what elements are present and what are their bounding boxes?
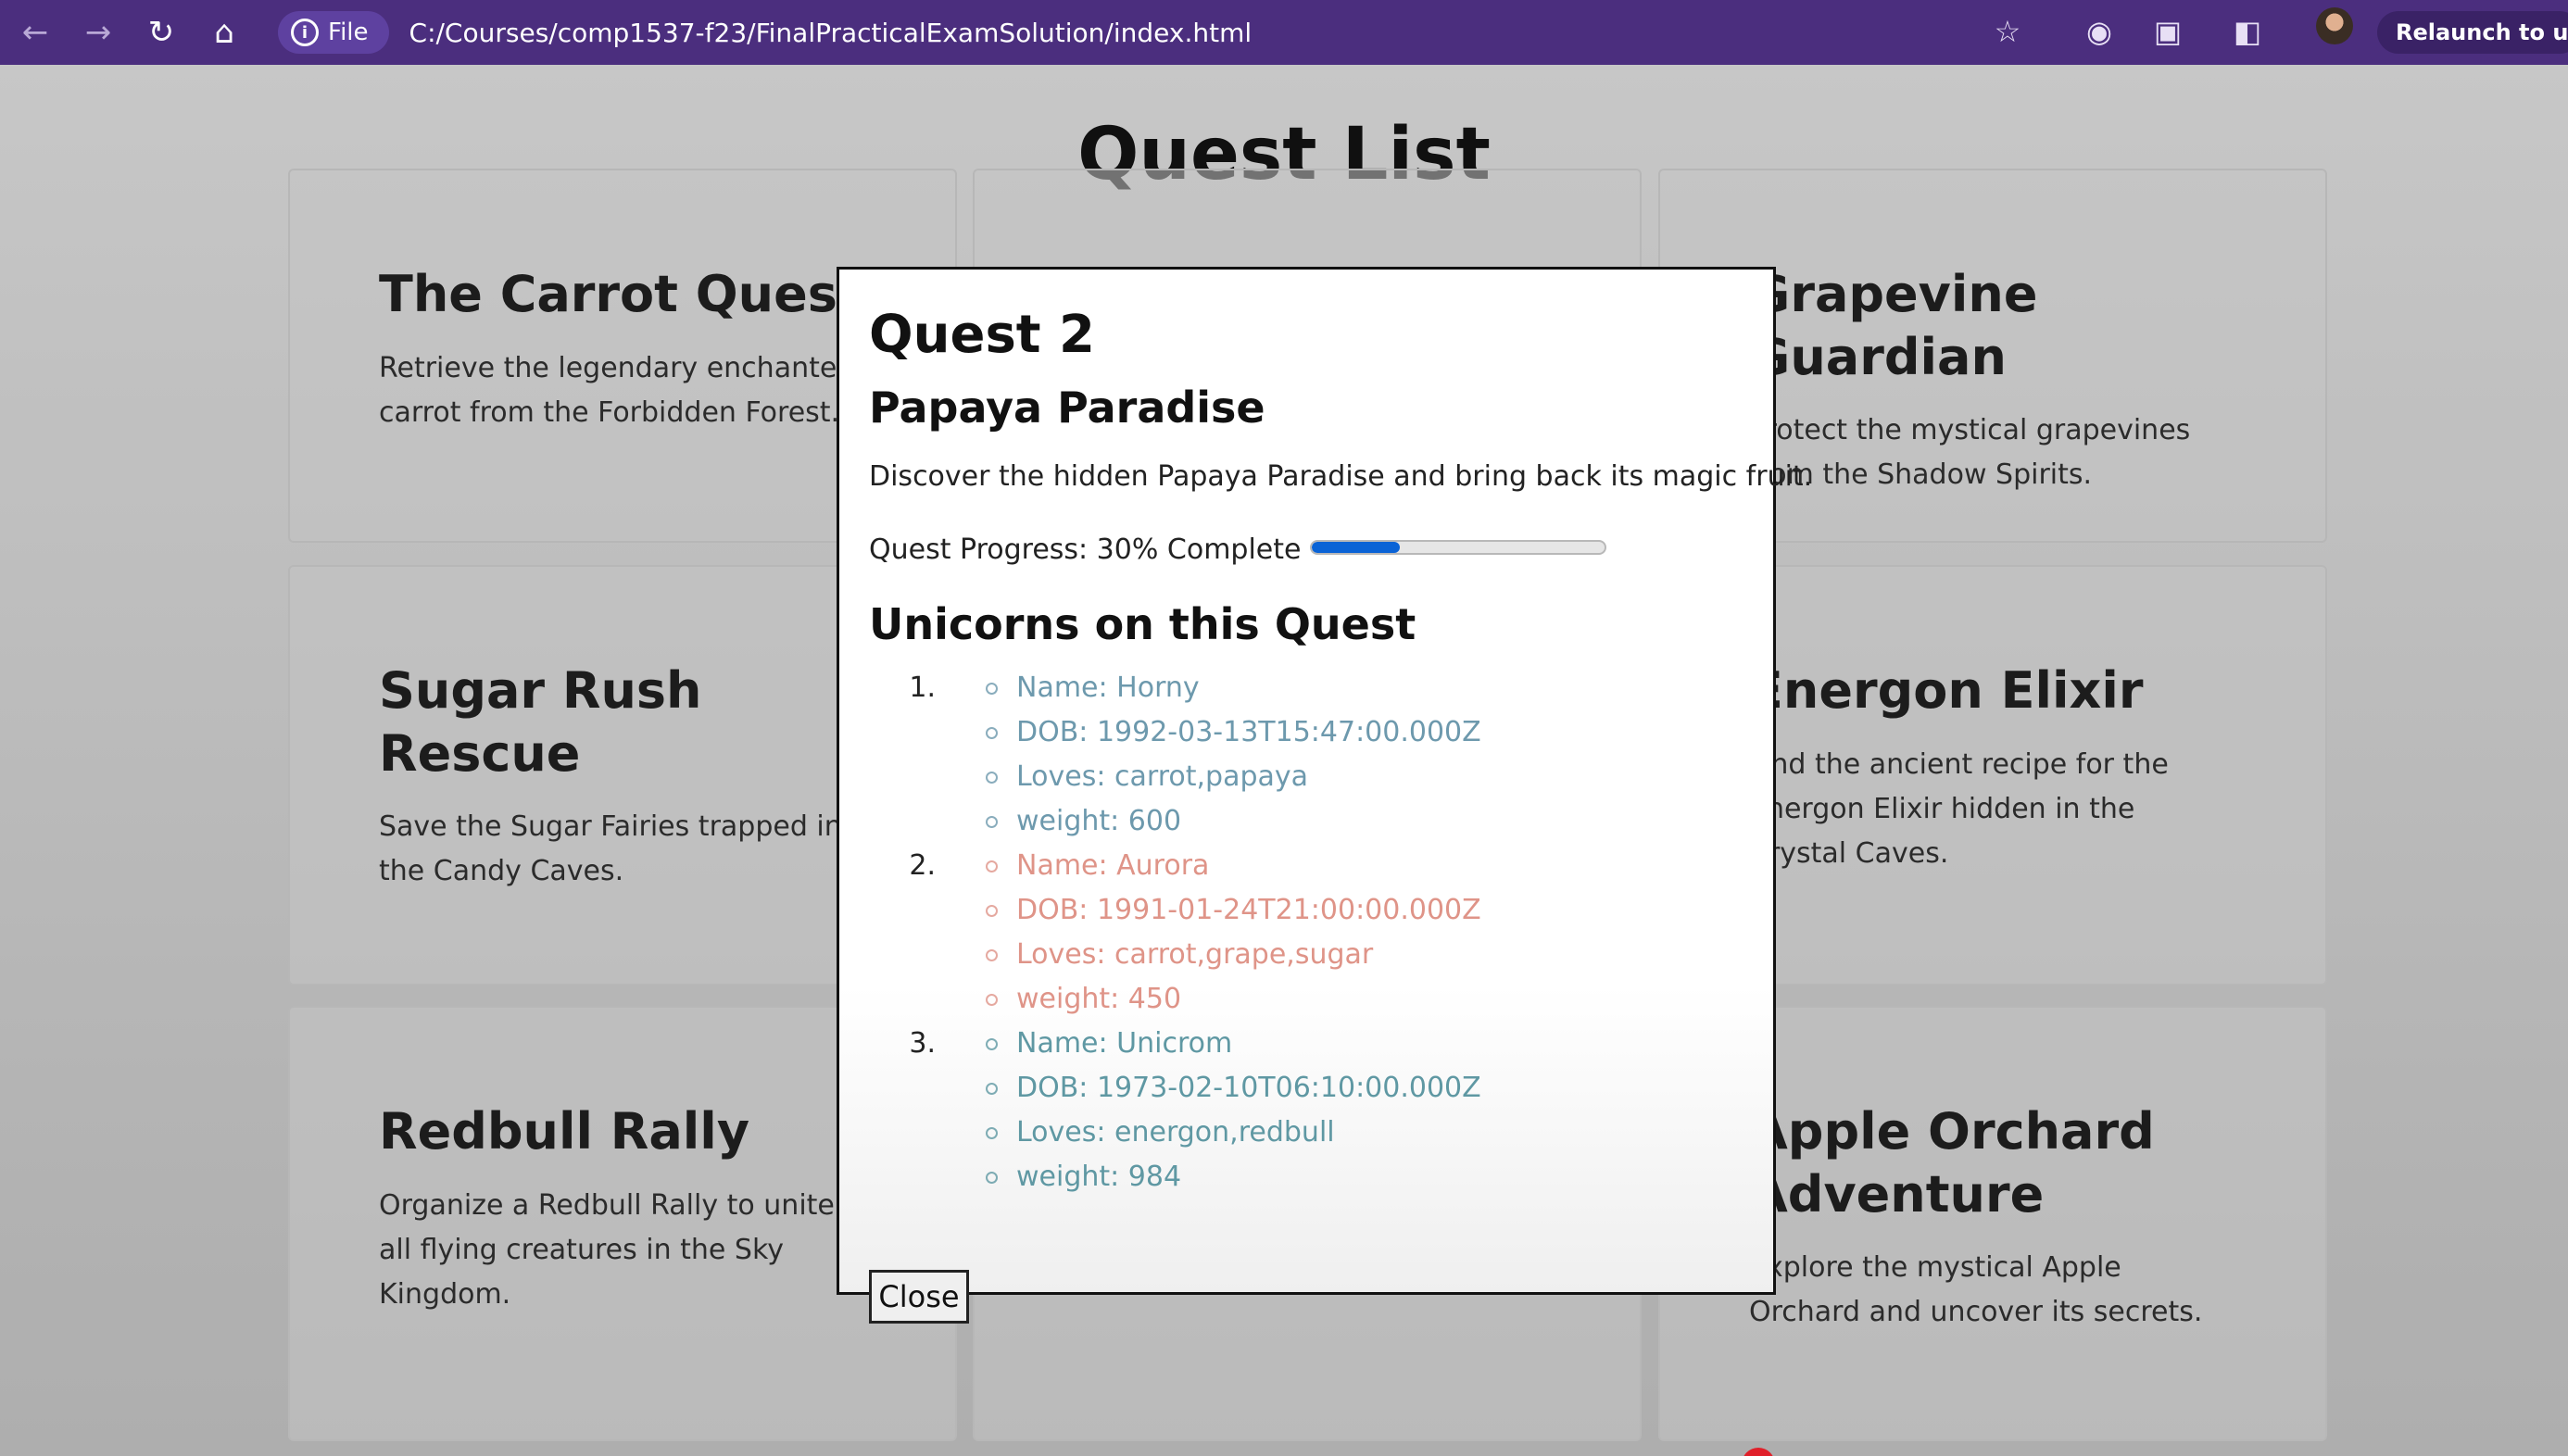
unicorn-dob: DOB: 1992-03-13T15:47:00.000Z (986, 710, 1481, 755)
url-text[interactable]: C:/Courses/comp1537-f23/FinalPracticalEx… (409, 18, 1253, 48)
unicorn-weight: weight: 984 (986, 1155, 1481, 1199)
file-chip-label: File (328, 19, 369, 46)
unicorn-weight: weight: 450 (986, 977, 1481, 1022)
circle-bullet-icon (986, 682, 998, 695)
circle-bullet-icon (986, 1037, 998, 1050)
circle-bullet-icon (986, 1082, 998, 1095)
unicorn-dob: DOB: 1991-01-24T21:00:00.000Z (986, 888, 1481, 933)
unicorn-loves: Loves: carrot,grape,sugar (986, 933, 1481, 977)
circle-bullet-icon (986, 1171, 998, 1184)
star-icon[interactable]: ☆ (1987, 11, 2028, 52)
unicorn-name: Name: Unicrom (986, 1022, 1481, 1066)
info-icon: i (291, 19, 319, 46)
unicorn-item: 2. Name: Aurora DOB: 1991-01-24T21:00:00… (869, 844, 1743, 1022)
unicorn-list: 1. Name: Horny DOB: 1992-03-13T15:47:00.… (869, 666, 1743, 1199)
circle-bullet-icon (986, 904, 998, 917)
circle-bullet-icon (986, 815, 998, 828)
unicorn-item: 3. Name: Unicrom DOB: 1973-02-10T06:10:0… (869, 1022, 1743, 1199)
circle-bullet-icon (986, 726, 998, 739)
unicorn-attributes: Name: Unicrom DOB: 1973-02-10T06:10:00.0… (986, 1022, 1481, 1199)
forward-icon[interactable]: → (70, 5, 126, 60)
modal-heading: Quest 2 (869, 305, 1096, 365)
unicorn-name: Name: Horny (986, 666, 1481, 710)
back-icon[interactable]: ← (7, 5, 63, 60)
sidepanel-icon[interactable]: ◧ (2227, 11, 2268, 52)
quest-progress: Quest Progress: 30% Complete (869, 533, 1743, 566)
home-icon[interactable]: ⌂ (196, 5, 252, 60)
extension-icon[interactable]: ▣ (2147, 11, 2188, 52)
circle-bullet-icon (986, 1126, 998, 1139)
unicorn-item: 1. Name: Horny DOB: 1992-03-13T15:47:00.… (869, 666, 1743, 844)
circle-bullet-icon (986, 771, 998, 784)
circle-bullet-icon (986, 948, 998, 961)
unicorn-name: Name: Aurora (986, 844, 1481, 888)
site-info-chip[interactable]: i File (278, 11, 389, 54)
unicorn-attributes: Name: Horny DOB: 1992-03-13T15:47:00.000… (986, 666, 1481, 844)
unicorn-loves: Loves: carrot,papaya (986, 755, 1481, 799)
unicorn-weight: weight: 600 (986, 799, 1481, 844)
reload-icon[interactable]: ↻ (133, 5, 189, 60)
progress-bar (1310, 539, 1607, 555)
browser-toolbar: ← → ↻ ⌂ i File C:/Courses/comp1537-f23/F… (0, 0, 2568, 65)
quest-description: Discover the hidden Papaya Paradise and … (869, 460, 1813, 494)
progress-label: Quest Progress: 30% Complete (869, 533, 1302, 567)
unicorn-number: 2. (909, 849, 936, 883)
unicorn-attributes: Name: Aurora DOB: 1991-01-24T21:00:00.00… (986, 844, 1481, 1022)
progress-bar-fill (1312, 541, 1401, 553)
profile-avatar[interactable] (2316, 7, 2353, 44)
close-button[interactable]: Close (869, 1270, 969, 1324)
camera-icon[interactable]: ◉ (2079, 11, 2120, 52)
circle-bullet-icon (986, 993, 998, 1006)
unicorn-dob: DOB: 1973-02-10T06:10:00.000Z (986, 1066, 1481, 1111)
unicorn-number: 3. (909, 1027, 936, 1061)
unicorn-number: 1. (909, 672, 936, 705)
unicorns-heading: Unicorns on this Quest (869, 599, 1416, 650)
relaunch-button[interactable]: Relaunch to upda (2377, 11, 2568, 54)
page-body: Quest List The Carrot Quest Retrieve the… (0, 65, 2568, 1456)
address-bar[interactable]: i File C:/Courses/comp1537-f23/FinalPrac… (278, 6, 2038, 59)
circle-bullet-icon (986, 860, 998, 872)
quest-details-modal: Quest 2 Papaya Paradise Discover the hid… (837, 267, 1813, 1324)
unicorn-loves: Loves: energon,redbull (986, 1111, 1481, 1155)
quest-name: Papaya Paradise (869, 382, 1265, 433)
